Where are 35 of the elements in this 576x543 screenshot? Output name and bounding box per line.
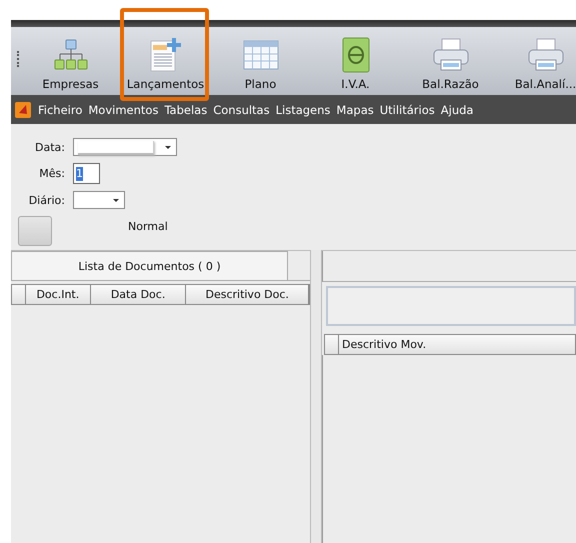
caret-icon [165,146,171,149]
input-field[interactable]: 1 [73,163,100,184]
hierarchy-icon [54,38,88,72]
toolbar-button[interactable]: Empresas [23,27,118,95]
field-label: Mês: [38,167,66,180]
column-header[interactable]: Doc.Int. [26,285,91,304]
toolbar-button[interactable]: Bal.Razão [403,27,498,95]
menu-item[interactable]: Movimentos [85,102,162,116]
caret-icon [113,199,119,202]
printer-icon [432,38,470,72]
date-picker[interactable] [73,138,177,156]
column-header[interactable]: Descritivo Doc. [186,285,309,304]
menu-item[interactable]: Consultas [210,102,273,116]
toolbar-button[interactable]: Lançamentos [118,27,213,95]
mode-label: Normal [128,220,168,233]
dropdown[interactable] [73,191,125,209]
menu-item[interactable]: Mapas [333,102,377,116]
toolbar-button[interactable]: Plano [213,27,308,95]
menu-item[interactable]: Tabelas [161,102,210,116]
table-icon [242,39,278,71]
tab[interactable]: Lista de Documentos ( 0 ) [11,251,288,280]
menu-item[interactable]: Ajuda [438,102,476,116]
document-plus-icon [148,37,184,73]
column-header[interactable]: Data Doc. [90,285,186,304]
menu-item[interactable]: Utilitários [376,102,438,116]
toolbar-button[interactable]: Bal.Analí... [498,27,576,95]
field-label: Diário: [28,194,66,206]
field-label: Data: [34,140,66,154]
menu-item[interactable]: Listagens [272,102,334,116]
app-logo-icon [15,102,31,118]
toolbar-button[interactable]: I.V.A. [308,27,403,95]
book-icon [340,37,370,73]
menu-item[interactable]: Ficheiro [35,102,86,116]
blank-button[interactable] [18,216,52,246]
printer-icon [526,38,564,72]
